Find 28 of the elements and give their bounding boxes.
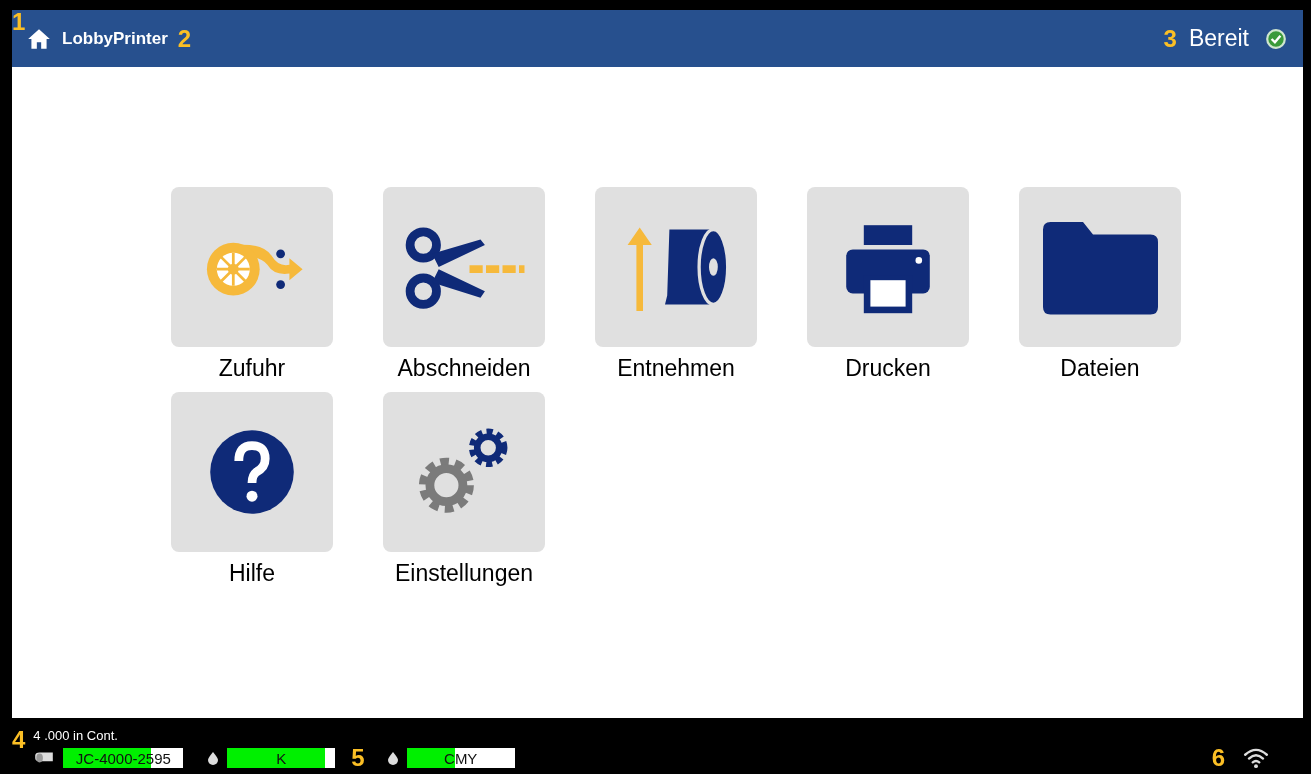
files-tile[interactable] <box>1019 187 1181 347</box>
settings-tile[interactable] <box>383 392 545 552</box>
callout-number: 3 <box>1163 26 1177 51</box>
tile-label: Drucken <box>845 355 931 382</box>
callout-number: 6 <box>1211 746 1225 770</box>
eject-tile[interactable] <box>595 187 757 347</box>
ink-drop-icon <box>207 751 220 765</box>
tile-label: Zufuhr <box>218 355 286 382</box>
printer-name: LobbyPrinter <box>62 28 168 49</box>
ink-drop-icon <box>386 751 399 765</box>
tile-label: Entnehmen <box>617 355 735 382</box>
tile-label: Hilfe <box>229 560 275 587</box>
tile-label: Einstellungen <box>394 560 534 587</box>
tile-label: Dateien <box>1060 355 1140 382</box>
media-length: 4 .000 in Cont. <box>33 728 119 743</box>
callout-number: 2 <box>177 26 192 51</box>
check-icon <box>1265 27 1287 50</box>
cut-tile[interactable] <box>383 187 545 347</box>
status-text: Bereit <box>1188 25 1249 52</box>
print-tile[interactable] <box>807 187 969 347</box>
feed-tile[interactable] <box>171 187 333 347</box>
wifi-icon[interactable] <box>1243 747 1269 769</box>
supply-level-bar: K <box>227 748 336 768</box>
callout-number: 4 <box>12 728 26 752</box>
callout-number: 1 <box>12 10 26 34</box>
tile-label: Abschneiden <box>397 355 531 382</box>
help-tile[interactable] <box>171 392 333 552</box>
callout-number: 5 <box>351 746 365 770</box>
